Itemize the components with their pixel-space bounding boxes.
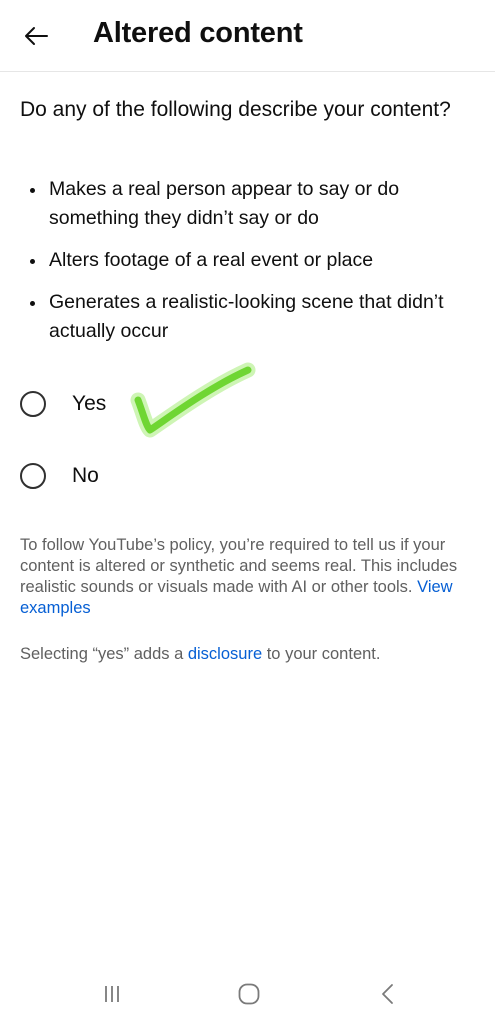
checkmark-annotation-icon [130,362,256,438]
radio-button-yes[interactable] [20,391,46,417]
back-chevron-icon [382,984,393,1004]
disclosure-note: Selecting “yes” adds a disclosure to you… [20,644,480,665]
policy-description: To follow YouTube’s policy, you’re requi… [20,535,480,619]
recent-apps-icon [105,986,119,1002]
bullet-dot-icon [30,301,35,306]
home-icon [238,983,260,1005]
list-item-text: Makes a real person appear to say or do … [49,178,400,229]
home-button[interactable] [229,978,269,1010]
recent-apps-button[interactable] [92,978,132,1010]
list-item: Makes a real person appear to say or do … [20,175,480,233]
bullet-dot-icon [30,188,35,193]
list-item-text: Generates a realistic-looking scene that… [49,291,444,342]
list-item-text: Alters footage of a real event or place [49,249,374,271]
top-app-bar: Altered content [0,0,495,72]
policy-text: To follow YouTube’s policy, you’re requi… [20,536,458,596]
page-title: Altered content [93,17,303,49]
system-navigation-bar [0,968,495,1024]
disclosure-link[interactable]: disclosure [188,645,262,663]
list-item: Generates a realistic-looking scene that… [20,288,480,346]
radio-button-no[interactable] [20,463,46,489]
question-text: Do any of the following describe your co… [20,98,451,121]
bullet-dot-icon [30,259,35,264]
arrow-left-icon [25,27,48,45]
radio-option-yes[interactable]: Yes [20,384,106,424]
disclosure-note-suffix: to your content. [262,645,381,663]
disclosure-note-prefix: Selecting “yes” adds a [20,645,188,663]
radio-label-yes: Yes [72,392,107,415]
system-back-button[interactable] [368,978,408,1010]
radio-label-no: No [72,464,99,487]
back-button[interactable] [16,18,56,54]
criteria-list: Makes a real person appear to say or do … [20,175,480,359]
radio-option-no[interactable]: No [20,456,99,496]
list-item: Alters footage of a real event or place [20,246,480,275]
